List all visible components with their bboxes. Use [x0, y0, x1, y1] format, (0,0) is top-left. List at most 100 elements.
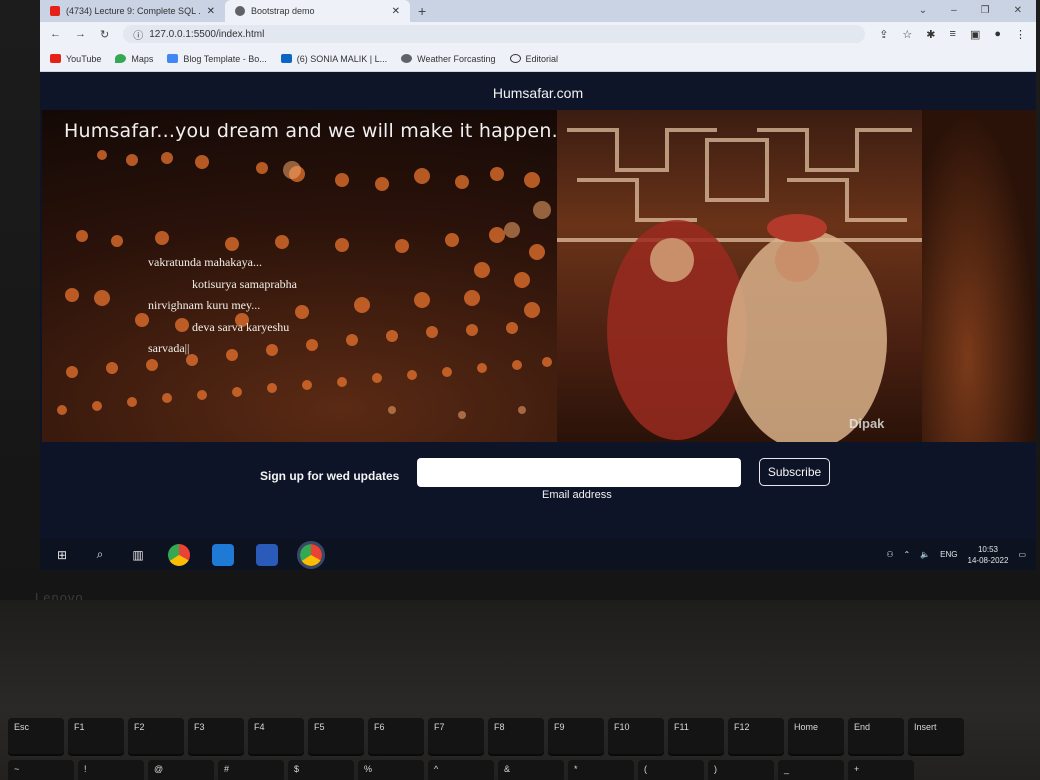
laptop-screen: (4734) Lecture 9: Complete SQL ... ✕ Boo…: [40, 0, 1036, 570]
notification-icon[interactable]: ▭: [1018, 550, 1026, 559]
forward-arrow-icon[interactable]: →: [75, 28, 86, 40]
bootstrap-icon: [167, 54, 179, 63]
keyboard-key: &: [498, 760, 564, 780]
hero-tagline: Humsafar...you dream and we will make it…: [64, 120, 558, 142]
verse-line: vakratunda mahakaya...: [148, 255, 262, 269]
reload-icon[interactable]: ↻: [100, 28, 109, 41]
email-input[interactable]: [417, 458, 741, 487]
close-tab-icon[interactable]: ✕: [207, 6, 215, 17]
star-icon[interactable]: ☆: [902, 28, 912, 41]
lattice-window-graphic: [557, 128, 922, 442]
youtube-icon: [50, 54, 61, 63]
bookmark-linkedin[interactable]: (6) SONIA MALIK | L...: [280, 53, 388, 64]
tab-search-icon[interactable]: ⌄: [919, 5, 927, 16]
maps-pin-icon: [115, 54, 127, 63]
keyboard-key: $: [288, 760, 354, 780]
subscribe-button[interactable]: Subscribe: [759, 458, 830, 486]
keyboard-key: (: [638, 760, 704, 780]
bookmark-label: Maps: [131, 53, 154, 64]
side-panel-icon[interactable]: ▣: [970, 28, 980, 41]
window-controls: ⌄ – ❐ ✕: [905, 5, 1036, 22]
chevron-up-icon[interactable]: ⌃: [904, 550, 911, 559]
language-indicator[interactable]: ENG: [940, 550, 957, 559]
bokeh-lights-image: [57, 150, 552, 419]
linkedin-icon: [280, 54, 292, 63]
keyboard-key: F11: [668, 718, 724, 754]
tab-title: (4734) Lecture 9: Complete SQL ...: [66, 6, 201, 16]
keyboard-key: F3: [188, 718, 244, 754]
site-navbar: Humsafar.com: [40, 72, 1036, 110]
bookmark-label: YouTube: [66, 53, 102, 64]
keyboard-key: F7: [428, 718, 484, 754]
verse-line: kotisurya samaprabha: [192, 276, 297, 291]
number-key-row: ~! @ # $% ^ & *() _ +: [8, 760, 914, 780]
keyboard-key: F4: [248, 718, 304, 754]
hero-banner: Dipak Humsafar...you dream and we will m…: [42, 110, 1036, 442]
bookmark-weather[interactable]: Weather Forcasting: [401, 53, 496, 64]
bookmark-maps[interactable]: Maps: [115, 54, 153, 64]
address-toolbar: ← → ↻ ⓘ 127.0.0.1:5500/index.html ⇪ ☆ ✱ …: [40, 22, 1036, 46]
keyboard-key: F10: [608, 718, 664, 754]
restore-button[interactable]: ❐: [981, 5, 990, 16]
youtube-favicon-icon: [50, 6, 60, 16]
chrome-icon[interactable]: [168, 543, 190, 566]
keyboard-key: +: [848, 760, 914, 780]
close-window-button[interactable]: ✕: [1014, 5, 1022, 16]
site-brand[interactable]: Humsafar.com: [493, 85, 583, 101]
verse-block: vakratunda mahakaya... kotisurya samapra…: [148, 255, 297, 363]
bookmark-label: Weather Forcasting: [417, 53, 496, 64]
keyboard-key: %: [358, 760, 424, 780]
keyboard-key: F8: [488, 718, 544, 754]
new-tab-button[interactable]: +: [410, 3, 434, 22]
search-icon[interactable]: ⌕: [92, 547, 108, 563]
volume-icon[interactable]: 🔈: [920, 550, 930, 559]
web-page: Humsafar.com Dipak Humsafar...you dream …: [40, 72, 1036, 539]
photo-watermark: Dipak: [849, 416, 885, 431]
keyboard-key: F1: [68, 718, 124, 754]
profile-avatar-icon[interactable]: ●: [994, 28, 1001, 41]
keyboard-key: Home: [788, 718, 844, 754]
bookmark-editorial[interactable]: Editorial: [509, 53, 559, 64]
verse-line: nirvighnam kuru mey...: [148, 298, 261, 312]
reading-list-icon[interactable]: ≡: [950, 28, 956, 41]
extensions-icon[interactable]: ✱: [926, 28, 935, 41]
globe-icon: [401, 54, 413, 63]
chrome-active-icon[interactable]: [297, 540, 325, 569]
system-clock[interactable]: 10:53 14-08-2022: [968, 544, 1009, 566]
url-text: 127.0.0.1:5500/index.html: [149, 28, 265, 40]
keyboard-key: Insert: [908, 718, 964, 754]
keyboard-key: F5: [308, 718, 364, 754]
windows-start-icon[interactable]: ⊞: [54, 547, 70, 563]
verse-line: deva sarva karyeshu: [192, 319, 290, 334]
bookmark-label: (6) SONIA MALIK | L...: [296, 53, 388, 64]
url-bar[interactable]: ⓘ 127.0.0.1:5500/index.html: [123, 25, 866, 43]
keyboard-key: ): [708, 760, 774, 780]
bookmark-label: Editorial: [525, 53, 559, 64]
bookmark-blog-template[interactable]: Blog Template - Bo...: [167, 54, 267, 64]
keyboard-key: ~: [8, 760, 74, 780]
keyboard-key: F2: [128, 718, 184, 754]
share-icon[interactable]: ⇪: [879, 28, 888, 41]
back-arrow-icon[interactable]: ←: [50, 28, 61, 40]
task-view-icon[interactable]: ▥: [130, 547, 146, 563]
menu-icon[interactable]: ⋮: [1015, 28, 1026, 41]
snipping-tool-icon[interactable]: [256, 543, 278, 566]
close-tab-icon[interactable]: ✕: [392, 6, 400, 17]
keyboard-key: Esc: [8, 718, 64, 754]
keyboard-key: End: [848, 718, 904, 754]
editorial-icon: [509, 54, 521, 63]
laptop-keyboard: Esc F1 F2 F3 F4 F5 F6 F7 F8 F9 F10 F11 F12 Home End Ins…: [0, 600, 1040, 780]
bookmark-youtube[interactable]: YouTube: [50, 54, 101, 64]
signup-section: Sign up for wed updates Email address Su…: [40, 442, 1036, 539]
tab-youtube-lecture[interactable]: (4734) Lecture 9: Complete SQL ... ✕: [40, 0, 225, 22]
keyboard-key: #: [218, 760, 284, 780]
info-icon[interactable]: ⓘ: [133, 27, 143, 42]
browser-tab-bar: (4734) Lecture 9: Complete SQL ... ✕ Boo…: [40, 0, 1036, 22]
clock-date: 14-08-2022: [967, 555, 1009, 565]
people-icon[interactable]: ⚇: [886, 550, 893, 559]
tab-bootstrap-demo[interactable]: Bootstrap demo ✕: [225, 0, 410, 22]
signup-label: Sign up for wed updates: [260, 469, 400, 483]
vscode-icon[interactable]: [212, 543, 234, 566]
keyboard-key: F12: [728, 718, 784, 754]
minimize-button[interactable]: –: [951, 5, 957, 16]
